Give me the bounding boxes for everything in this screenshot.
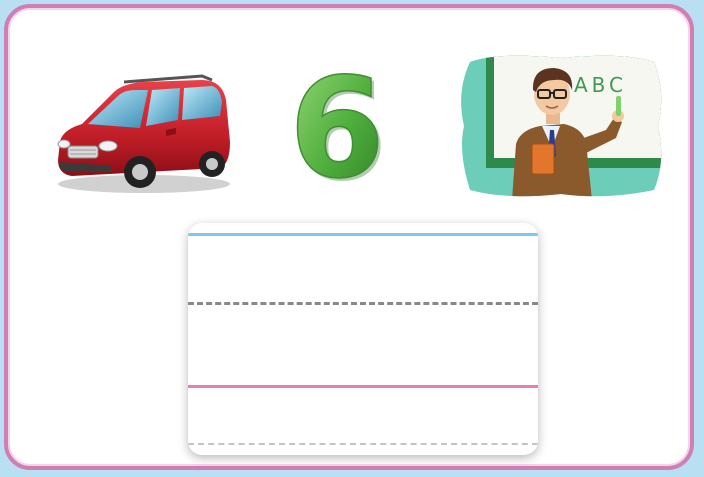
number-six-glyph: 6 bbox=[289, 66, 385, 182]
number-six-icon: 6 6 bbox=[288, 66, 386, 182]
board-text: ABC bbox=[574, 73, 627, 97]
dashed-midline bbox=[188, 302, 538, 305]
teacher-at-board-icon: ABC bbox=[461, 55, 662, 197]
red-minivan-icon bbox=[57, 74, 230, 193]
baseline-writing-line bbox=[188, 385, 538, 388]
exercise-card: 6 6 ABC bbox=[4, 4, 694, 470]
handwriting-practice-area[interactable] bbox=[188, 223, 538, 455]
bottom-dashed-line bbox=[188, 443, 538, 445]
top-writing-line bbox=[188, 233, 538, 236]
